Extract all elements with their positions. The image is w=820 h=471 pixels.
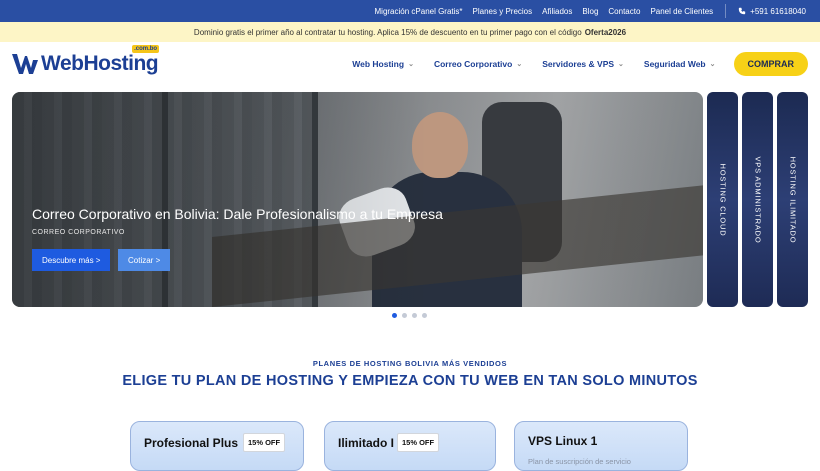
topbar-divider	[725, 4, 727, 18]
chevron-down-icon: ⌄	[618, 61, 624, 68]
chevron-down-icon: ⌄	[516, 61, 523, 68]
hero-title: Correo Corporativo en Bolivia: Dale Prof…	[32, 206, 443, 222]
topbar-link-migracion[interactable]: Migración cPanel Gratis*	[375, 7, 463, 16]
side-tab-label: HOSTING CLOUD	[718, 163, 727, 236]
plan-name: Profesional Plus	[144, 436, 239, 450]
section-kicker: PLANES DE HOSTING BOLIVIA MÁS VENDIDOS	[312, 359, 508, 368]
side-tab-label: VPS ADMINISTRADO	[753, 156, 762, 243]
promo-code: Oferta2026	[584, 27, 627, 37]
menu-item-label: Seguridad Web	[643, 59, 706, 69]
carousel-dot[interactable]	[422, 313, 427, 318]
logo-mark-icon	[12, 54, 38, 74]
primary-menu: Web Hosting ⌄ Correo Corporativo ⌄ Servido…	[332, 52, 808, 76]
menu-item-seguridad-web[interactable]: Seguridad Web ⌄	[644, 59, 716, 69]
hero-subtitle: CORREO CORPORATIVO	[32, 229, 125, 236]
topbar-link-blog[interactable]: Blog	[582, 7, 598, 16]
discount-badge: 15% OFF	[243, 433, 286, 452]
topbar-link-afiliados[interactable]: Afiliados	[542, 7, 572, 16]
section-headline: ELIGE TU PLAN DE HOSTING Y EMPIEZA CON T…	[122, 373, 698, 389]
carousel-dot[interactable]	[412, 313, 417, 318]
discover-more-button[interactable]: Descubre más >	[32, 249, 111, 271]
menu-item-web-hosting[interactable]: Web Hosting ⌄	[352, 59, 414, 69]
topbar-link-panel-clientes[interactable]: Panel de Clientes	[650, 7, 713, 16]
logo-badge: .com.bo	[132, 45, 160, 53]
plan-name: VPS Linux 1	[528, 434, 598, 448]
menu-item-servidores-vps[interactable]: Servidores & VPS ⌄	[542, 59, 624, 69]
menu-item-correo-corporativo[interactable]: Correo Corporativo ⌄	[434, 59, 522, 69]
carousel-dot[interactable]	[392, 313, 397, 318]
phone-number: +591 61618040	[750, 6, 806, 16]
menu-item-label: Web Hosting	[352, 59, 405, 69]
plan-card-vps-linux-1[interactable]: VPS Linux 1 Plan de suscripción de servi…	[514, 421, 688, 471]
promo-text: Dominio gratis el primer año al contrata…	[193, 27, 582, 37]
discount-badge: 15% OFF	[397, 433, 440, 452]
carousel-pagination	[392, 313, 432, 318]
hero-slide[interactable]: Correo Corporativo en Bolivia: Dale Prof…	[12, 92, 703, 307]
plan-card-ilimitado-i[interactable]: Ilimitado I 15% OFF	[324, 421, 496, 471]
buy-button[interactable]: COMPRAR	[733, 52, 808, 76]
main-nav: WebHosting .com.bo Web Hosting ⌄ Correo C…	[0, 42, 820, 86]
chevron-down-icon: ⌄	[408, 61, 414, 68]
phone-link[interactable]: +591 61618040	[738, 7, 806, 16]
side-tab-label: HOSTING ILIMITADO	[788, 156, 797, 243]
side-tab-vps-administrado[interactable]: VPS ADMINISTRADO	[742, 92, 773, 307]
top-bar: Migración cPanel Gratis* Planes y Precio…	[0, 0, 820, 22]
plan-description: Plan de suscripción de servicio	[528, 457, 631, 466]
menu-item-label: Correo Corporativo	[433, 59, 513, 69]
logo-wordmark: WebHosting	[41, 52, 159, 75]
plan-name: Ilimitado I	[338, 436, 395, 450]
chevron-down-icon: ⌄	[709, 61, 716, 68]
plan-card-profesional-plus[interactable]: Profesional Plus 15% OFF	[130, 421, 304, 471]
logo[interactable]: WebHosting .com.bo	[12, 45, 160, 76]
hero-carousel: Correo Corporativo en Bolivia: Dale Prof…	[12, 92, 808, 307]
carousel-dot[interactable]	[402, 313, 407, 318]
menu-item-label: Servidores & VPS	[542, 59, 615, 69]
phone-icon	[738, 7, 746, 15]
promo-banner: Dominio gratis el primer año al contrata…	[0, 22, 820, 42]
hero-overlay	[12, 92, 703, 307]
quote-button[interactable]: Cotizar >	[118, 249, 171, 271]
topbar-link-planes[interactable]: Planes y Precios	[473, 7, 533, 16]
logo-text: WebHosting .com.bo	[41, 45, 160, 76]
side-tab-hosting-ilimitado[interactable]: HOSTING ILIMITADO	[777, 92, 808, 307]
topbar-link-contacto[interactable]: Contacto	[608, 7, 640, 16]
side-tab-hosting-cloud[interactable]: HOSTING CLOUD	[707, 92, 738, 307]
